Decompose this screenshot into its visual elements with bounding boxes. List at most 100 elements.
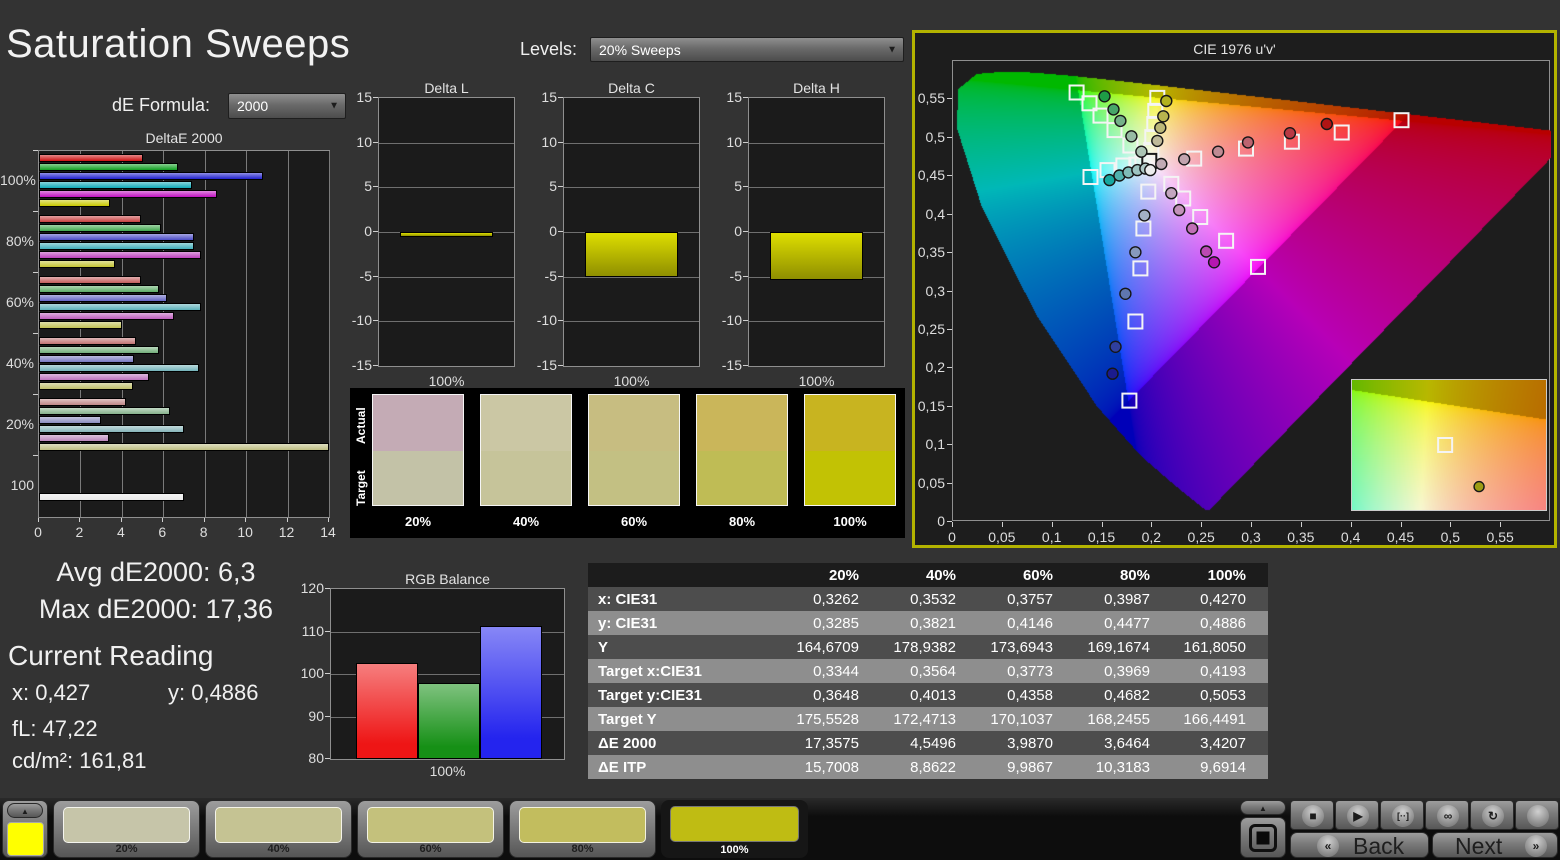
delta-y-tick: 10 (356, 133, 372, 150)
deltae-bar-green (39, 406, 170, 415)
cie-measured-yellow (1151, 134, 1164, 148)
stop-button[interactable]: ■ (1290, 800, 1334, 830)
actual-half (481, 395, 571, 451)
delta-y-tick: -10 (536, 312, 557, 329)
deltae-x-tick: 2 (75, 524, 84, 540)
de-formula-dropdown[interactable]: 2000 ▼ (228, 93, 346, 119)
actual-target-patch (804, 394, 896, 506)
table-cell: 0,3285 (784, 611, 881, 635)
tick (947, 98, 952, 100)
bottom-swatch-20%[interactable]: 20% (53, 800, 200, 858)
cie-target-magenta (1175, 190, 1192, 207)
table-cell: 0,5053 (1172, 683, 1268, 707)
pattern-window-button[interactable] (1240, 817, 1286, 858)
deltaL-chart (378, 97, 515, 367)
rgb-y-tick: 90 (308, 707, 324, 724)
next-label: Next (1455, 833, 1503, 859)
cie-target-blue (1132, 260, 1149, 277)
table-row: x: CIE31 0,3262 0,3532 0,3757 0,3987 0,4270 (588, 587, 1268, 611)
table-col-header: 20% (784, 563, 881, 587)
delta-chart-title: Delta H (793, 80, 840, 96)
back-button[interactable]: « Back (1290, 832, 1429, 859)
tick (743, 97, 748, 98)
meter-button[interactable]: [··] (1380, 800, 1424, 830)
delta-y-tick: -5 (359, 267, 372, 284)
loop-button[interactable]: ∞ (1425, 800, 1469, 830)
deltae-bar-yellow (39, 259, 115, 268)
rgb-bar-green (418, 682, 480, 759)
patch-level-label: 80% (728, 514, 756, 529)
current-color-swatch (7, 822, 44, 856)
delta-y-tick: -5 (729, 267, 742, 284)
tick (33, 211, 38, 212)
table-cell: 0,3344 (784, 659, 881, 683)
gridline (163, 151, 165, 517)
levels-dropdown[interactable]: 20% Sweeps ▼ (590, 37, 904, 62)
cie-inset-zoom (1351, 379, 1547, 511)
levels-label: Levels: (520, 39, 578, 59)
gridline (379, 142, 514, 144)
cie-measured-red (1320, 117, 1333, 131)
reading-y: y: 0,4886 (168, 680, 259, 705)
cie-x-tick: 0,25 (1187, 529, 1215, 545)
table-cell: 0,3773 (978, 659, 1075, 683)
table-cell: 0,4193 (1172, 659, 1268, 683)
actual-half (805, 395, 895, 451)
tick (373, 365, 378, 366)
levels-value: 20% Sweeps (599, 41, 681, 58)
table-row: y: CIE31 0,3285 0,3821 0,4146 0,4477 0,4886 (588, 611, 1268, 635)
deltaH-chart (748, 97, 885, 367)
deltae-chart (38, 150, 330, 518)
next-button[interactable]: Next » (1432, 832, 1558, 859)
back-arrow-icon: « (1317, 835, 1339, 857)
tick (947, 328, 952, 330)
table-cell: 15,7008 (784, 755, 881, 779)
max-de-stat: Max dE2000: 17,36 (38, 594, 274, 624)
refresh-icon: ↻ (1482, 805, 1504, 827)
play-button[interactable]: ▶ (1335, 800, 1379, 830)
table-cell: 10,3183 (1075, 755, 1172, 779)
rgb-y-tick: 100 (300, 665, 324, 681)
tick (743, 141, 748, 143)
gridline (379, 187, 514, 189)
delta-y-tick: 5 (734, 178, 742, 195)
bottom-swatch-60%[interactable]: 60% (357, 800, 504, 858)
cie-measured-green (1114, 114, 1127, 128)
tick (325, 588, 330, 589)
gridline (749, 187, 884, 189)
deltaL-bar (400, 232, 493, 237)
gridline (379, 321, 514, 323)
bottom-swatch-80%[interactable]: 80% (509, 800, 656, 858)
bottom-swatch-100%[interactable]: 100% (661, 800, 808, 858)
refresh-button[interactable]: ↻ (1470, 800, 1514, 830)
cie-measured-blue (1106, 367, 1119, 380)
table-cell: 0,4358 (978, 683, 1075, 707)
cie-measured-red (1283, 126, 1297, 140)
cie-measured-blue (1138, 209, 1151, 222)
tick (373, 97, 378, 98)
deltae-bar-cyan (39, 302, 201, 311)
deltae-bar-blue (39, 293, 168, 302)
delta-y-tick: 0 (549, 223, 557, 239)
table-row-label: ΔE 2000 (588, 731, 784, 755)
delta-y-tick: 15 (726, 89, 742, 105)
table-header-row: 20% 40% 60% 80% 100% (588, 563, 1268, 587)
actual-half (373, 395, 463, 451)
cie-x-tick: 0,5 (1440, 529, 1461, 545)
table-cell: 0,3648 (784, 683, 881, 707)
patch-level-label: 40% (512, 514, 540, 529)
deltae-bar-red (39, 154, 143, 162)
tick (743, 186, 748, 188)
pattern-scroll-up-button[interactable]: ▲ (1240, 800, 1286, 815)
table-col-header: 100% (1172, 563, 1268, 587)
rgb-y-tick: 120 (300, 580, 324, 596)
cie-measured-blue (1129, 246, 1142, 259)
cie-x-tick: 0 (948, 529, 956, 545)
tick (325, 715, 330, 717)
extra-button[interactable] (1515, 800, 1559, 830)
meter-icon: [··] (1392, 805, 1414, 827)
scroll-up-button[interactable]: ▲ (7, 803, 43, 818)
table-row-label: y: CIE31 (588, 611, 784, 635)
bottom-swatch-40%[interactable]: 40% (205, 800, 352, 858)
gridline (564, 187, 699, 189)
